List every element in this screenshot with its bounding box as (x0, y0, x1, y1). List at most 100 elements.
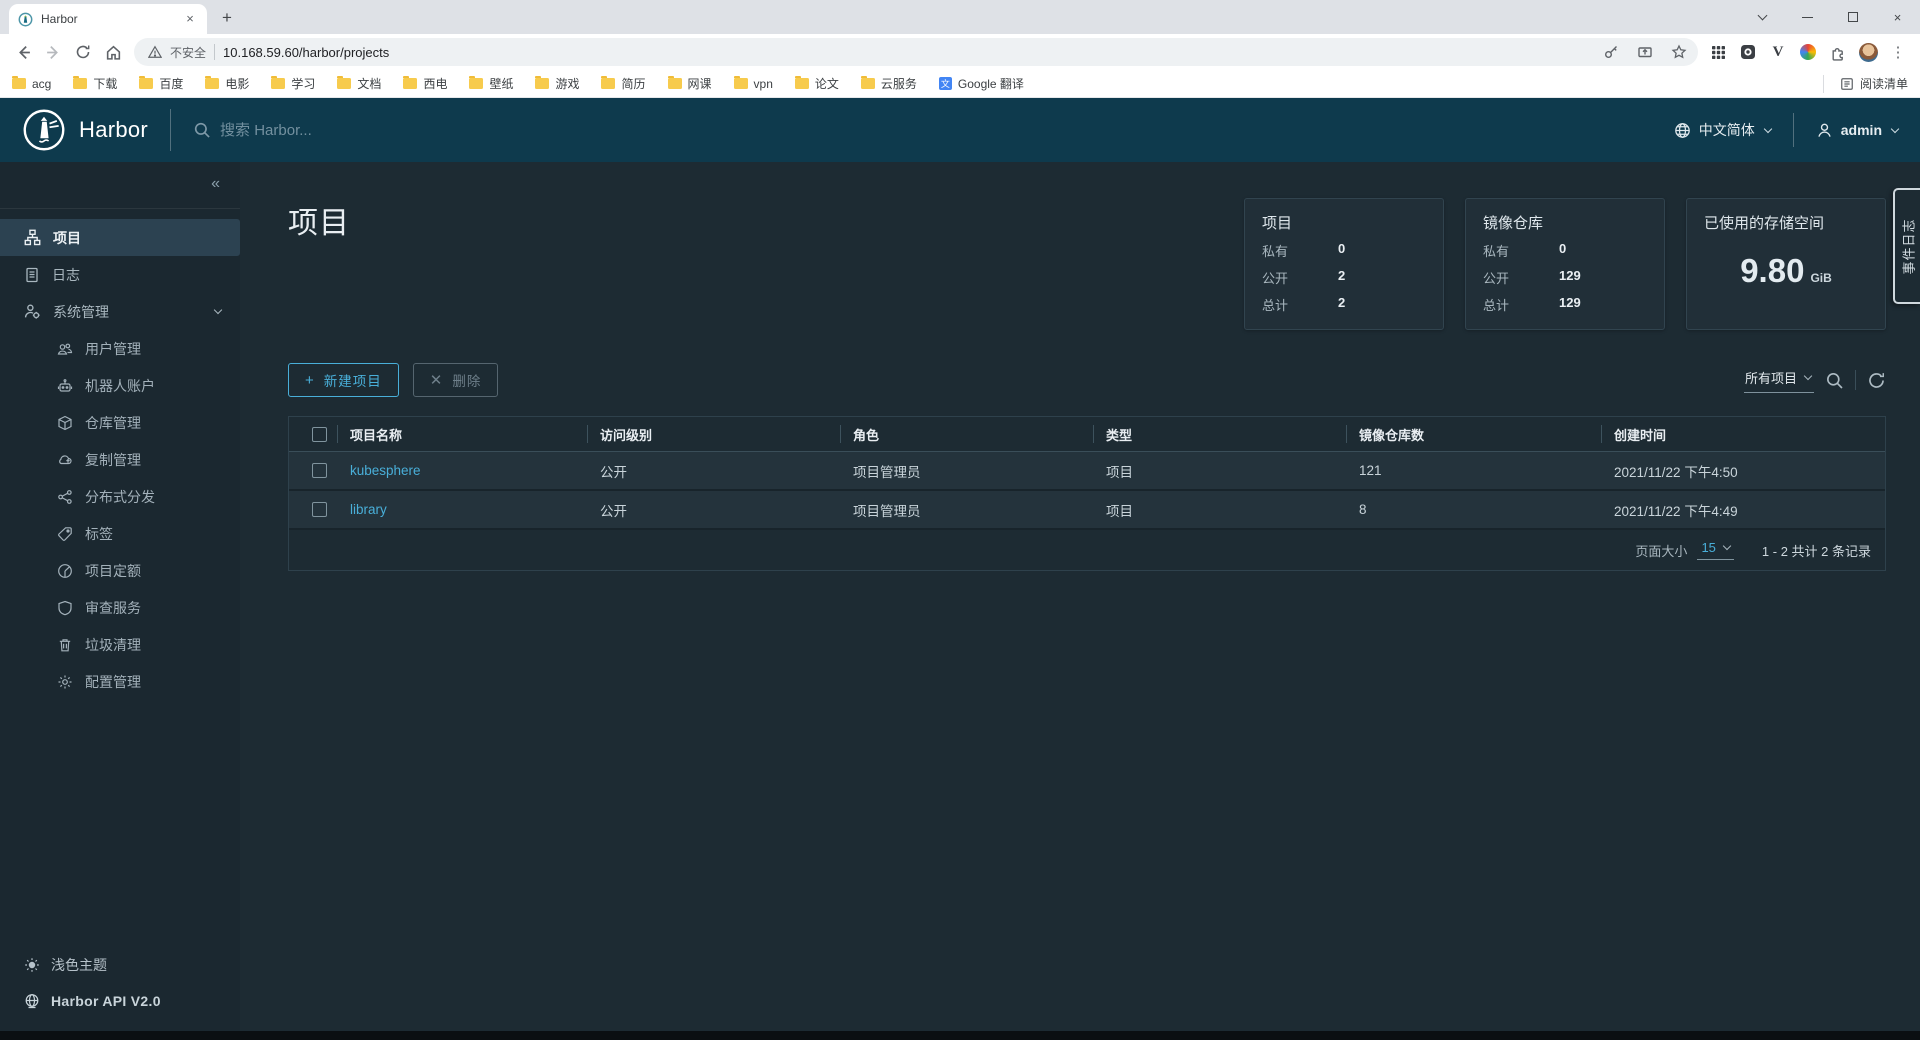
minimize-button[interactable] (1785, 0, 1830, 34)
bookmark-item[interactable]: 云服务 (861, 75, 917, 92)
brand-title: Harbor (79, 117, 148, 143)
theme-toggle[interactable]: 浅色主题 (0, 947, 240, 983)
bookmark-item[interactable]: 电影 (205, 75, 249, 92)
harbor-logo[interactable] (22, 108, 66, 152)
select-all-checkbox[interactable] (312, 427, 327, 442)
bookmark-item[interactable]: 简历 (601, 75, 645, 92)
event-log-flap[interactable]: 事件日志 (1893, 188, 1920, 304)
language-selector[interactable]: 中文简体 (1674, 120, 1771, 140)
home-button[interactable] (98, 37, 128, 67)
user-icon (1816, 122, 1833, 139)
folder-icon (73, 78, 87, 89)
bookmark-item[interactable]: vpn (734, 77, 773, 91)
extension-colorwheel-icon[interactable] (1794, 38, 1822, 66)
tab-close-icon[interactable]: × (182, 11, 198, 27)
table-row[interactable]: kubesphere 公开 项目管理员 项目 121 2021/11/22 下午… (289, 452, 1885, 491)
project-link[interactable]: kubesphere (337, 463, 587, 478)
sidebar-item-replications[interactable]: 复制管理 (0, 441, 240, 478)
bookmark-item[interactable]: 西电 (403, 75, 447, 92)
projects-card: 项目 私有0 公开2 总计2 (1244, 198, 1444, 330)
bookmark-star-icon[interactable] (1666, 39, 1692, 65)
browser-tab[interactable]: Harbor × (9, 4, 207, 34)
bookmark-item[interactable]: 文档 (337, 75, 381, 92)
refresh-icon[interactable] (1867, 371, 1886, 390)
sidebar-item-distributions[interactable]: 分布式分发 (0, 478, 240, 515)
sidebar-item-administration[interactable]: 系统管理 (0, 293, 240, 330)
folder-icon (12, 78, 26, 89)
search-input[interactable] (220, 122, 700, 139)
column-header-access[interactable]: 访问级别 (587, 417, 840, 451)
sidebar-item-registries[interactable]: 仓库管理 (0, 404, 240, 441)
search-icon (193, 121, 211, 139)
action-bar: +新建项目 ✕删除 所有项目 (288, 363, 1900, 397)
bookmark-item[interactable]: 下载 (73, 75, 117, 92)
folder-icon (469, 78, 483, 89)
bookmark-item-google-translate[interactable]: 文Google 翻译 (939, 75, 1024, 92)
extension-bento-icon[interactable] (1704, 38, 1732, 66)
sidebar-item-configuration[interactable]: 配置管理 (0, 663, 240, 700)
profile-avatar[interactable] (1854, 38, 1882, 66)
forward-button[interactable] (38, 37, 68, 67)
table-search-icon[interactable] (1825, 371, 1844, 390)
column-header-repo-count[interactable]: 镜像仓库数 (1346, 417, 1601, 451)
sidebar-item-users[interactable]: 用户管理 (0, 330, 240, 367)
collapse-sidebar-icon[interactable]: « (211, 176, 220, 192)
share-icon[interactable] (1632, 39, 1658, 65)
table-row[interactable]: library 公开 项目管理员 项目 8 2021/11/22 下午4:49 (289, 491, 1885, 530)
column-header-created[interactable]: 创建时间 (1601, 417, 1885, 451)
maximize-button[interactable] (1830, 0, 1875, 34)
bookmark-item[interactable]: 学习 (271, 75, 315, 92)
bookmark-item[interactable]: acg (12, 77, 51, 91)
sidebar-item-interrogation-services[interactable]: 审查服务 (0, 589, 240, 626)
bookmark-item[interactable]: 论文 (795, 75, 839, 92)
harbor-app: Harbor 中文简体 admin « (0, 98, 1920, 1031)
sidebar-item-labels[interactable]: 标签 (0, 515, 240, 552)
bookmark-item[interactable]: 网课 (668, 75, 712, 92)
sidebar: « 项目 日志 系统管理 用户管理 (0, 162, 240, 1031)
globe-icon (1674, 122, 1691, 139)
browser-tab-strip: Harbor × + × (0, 0, 1920, 34)
reload-button[interactable] (68, 37, 98, 67)
close-window-button[interactable]: × (1875, 0, 1920, 34)
address-bar[interactable]: 不安全 10.168.59.60/harbor/projects (134, 38, 1698, 66)
reading-list-button[interactable]: 阅读清单 (1823, 75, 1908, 93)
extension-camera-icon[interactable] (1734, 38, 1762, 66)
row-checkbox[interactable] (312, 463, 327, 478)
sidebar-item-garbage-collection[interactable]: 垃圾清理 (0, 626, 240, 663)
sidebar-item-robot-accounts[interactable]: 机器人账户 (0, 367, 240, 404)
replication-cloud-icon (57, 452, 73, 468)
gear-icon (57, 674, 73, 690)
api-link[interactable]: Harbor API V2.0 (0, 983, 240, 1019)
new-tab-button[interactable]: + (214, 5, 240, 31)
column-header-role[interactable]: 角色 (840, 417, 1093, 451)
column-header-name[interactable]: 项目名称 (337, 417, 587, 451)
storage-value: 9.80 (1740, 252, 1804, 290)
warning-icon (148, 45, 162, 59)
menu-kebab-icon[interactable]: ⋮ (1884, 38, 1912, 66)
storage-unit: GiB (1810, 271, 1831, 285)
quota-pie-icon (57, 563, 73, 579)
page-size-select[interactable]: 15 (1697, 540, 1733, 560)
project-filter-dropdown[interactable]: 所有项目 (1744, 368, 1814, 393)
extension-v-icon[interactable]: V (1764, 38, 1792, 66)
extensions-puzzle-icon[interactable] (1824, 38, 1852, 66)
bookmark-item[interactable]: 游戏 (535, 75, 579, 92)
password-key-icon[interactable] (1598, 39, 1624, 65)
delete-button[interactable]: ✕删除 (413, 363, 499, 397)
shield-icon (57, 600, 73, 616)
project-link[interactable]: library (337, 502, 587, 517)
page-size-label: 页面大小 (1635, 541, 1687, 560)
column-header-type[interactable]: 类型 (1093, 417, 1346, 451)
sidebar-item-projects[interactable]: 项目 (0, 219, 240, 256)
new-project-button[interactable]: +新建项目 (288, 363, 399, 397)
row-checkbox[interactable] (312, 502, 327, 517)
sidebar-item-project-quotas[interactable]: 项目定额 (0, 552, 240, 589)
repositories-card: 镜像仓库 私有0 公开129 总计129 (1465, 198, 1665, 330)
user-menu[interactable]: admin (1816, 122, 1898, 139)
back-button[interactable] (8, 37, 38, 67)
bookmark-item[interactable]: 百度 (139, 75, 183, 92)
folder-icon (403, 78, 417, 89)
bookmark-item[interactable]: 壁纸 (469, 75, 513, 92)
sidebar-item-logs[interactable]: 日志 (0, 256, 240, 293)
tab-search-chevron-icon[interactable] (1740, 0, 1785, 34)
